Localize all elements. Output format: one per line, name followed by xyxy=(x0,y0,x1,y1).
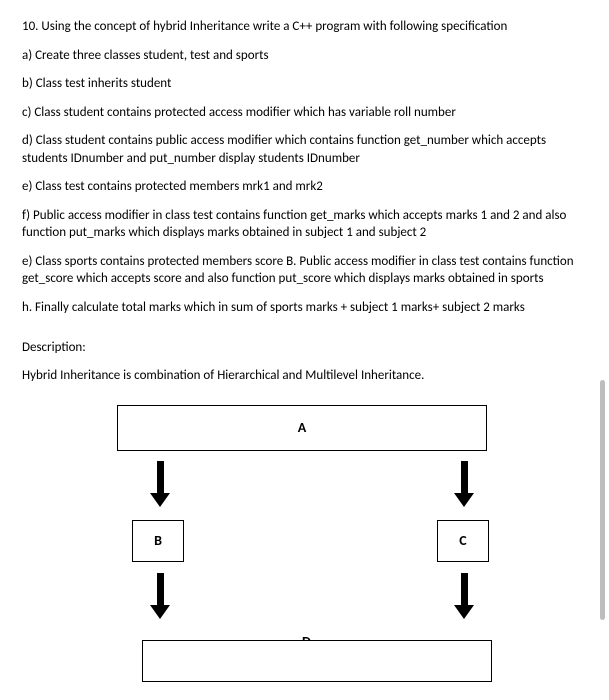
arrow-head-icon xyxy=(454,605,474,619)
description-text: Hybrid Inheritance is combination of Hie… xyxy=(22,367,583,385)
spec-e2: e) Class sports contains protected membe… xyxy=(22,253,583,288)
arrow-shaft xyxy=(157,461,164,493)
question-title: 10. Using the concept of hybrid Inherita… xyxy=(22,18,583,36)
spec-d: d) Class student contains public access … xyxy=(22,132,583,167)
spec-e: e) Class test contains protected members… xyxy=(22,178,583,196)
arrow-a-to-c xyxy=(454,461,474,507)
spec-c: c) Class student contains protected acce… xyxy=(22,104,583,122)
diagram-box-b: B xyxy=(132,520,184,562)
arrow-shaft xyxy=(461,461,468,493)
spec-h: h. Finally calculate total marks which i… xyxy=(22,299,583,317)
diagram-box-c: C xyxy=(437,520,489,562)
inheritance-diagram: A B C D xyxy=(32,405,572,685)
spec-f: f) Public access modifier in class test … xyxy=(22,207,583,242)
arrow-head-icon xyxy=(150,493,170,507)
arrow-shaft xyxy=(157,573,164,605)
arrow-head-icon xyxy=(150,605,170,619)
arrow-b-to-d xyxy=(150,573,170,619)
scrollbar[interactable] xyxy=(600,380,605,620)
diagram-box-d xyxy=(142,640,492,682)
diagram-box-a: A xyxy=(117,405,487,451)
arrow-c-to-d xyxy=(454,573,474,619)
description-label: Description: xyxy=(22,339,583,357)
arrow-a-to-b xyxy=(150,461,170,507)
spec-a: a) Create three classes student, test an… xyxy=(22,47,583,65)
spec-b: b) Class test inherits student xyxy=(22,75,583,93)
arrow-head-icon xyxy=(454,493,474,507)
arrow-shaft xyxy=(461,573,468,605)
